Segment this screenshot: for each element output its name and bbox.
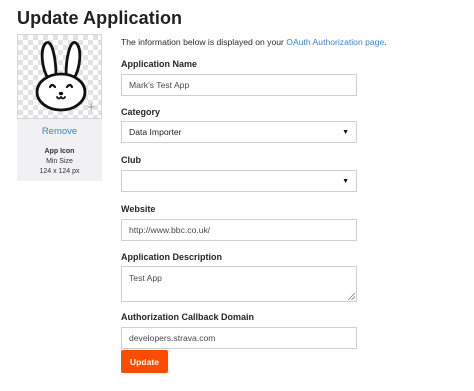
website-input[interactable]: http://www.bbc.co.uk/: [121, 219, 357, 241]
description-value: Test App: [129, 273, 162, 283]
description-textarea[interactable]: Test App: [121, 266, 357, 302]
remove-icon-link[interactable]: Remove: [17, 126, 102, 137]
callback-domain-input[interactable]: developers.strava.com: [121, 327, 357, 349]
intro-text: The information below is displayed on yo…: [121, 37, 387, 47]
callback-domain-label: Authorization Callback Domain: [121, 312, 255, 322]
website-label: Website: [121, 204, 156, 214]
app-icon-panel: + Remove App Icon Min Size 124 x 124 px: [17, 34, 102, 181]
add-icon[interactable]: +: [87, 100, 95, 113]
icon-caption-title: App Icon: [44, 148, 75, 155]
intro-body: The information below is displayed on yo…: [121, 37, 287, 47]
app-icon-preview[interactable]: +: [17, 34, 102, 119]
resize-handle-icon[interactable]: [348, 293, 355, 300]
app-name-label: Application Name: [121, 59, 198, 69]
icon-caption-size: 124 x 124 px: [39, 168, 80, 175]
oauth-page-link[interactable]: OAuth Authorization page: [286, 37, 384, 47]
club-label: Club: [121, 155, 141, 165]
intro-suffix: .: [384, 37, 387, 47]
dropdown-arrow-icon: ▼: [342, 128, 349, 136]
description-label: Application Description: [121, 252, 223, 262]
icon-caption-min: Min Size: [46, 158, 73, 165]
dropdown-arrow-icon: ▼: [342, 177, 349, 185]
app-name-input[interactable]: Mark's Test App: [121, 74, 357, 96]
category-label: Category: [121, 107, 161, 117]
page-title: Update Application: [17, 8, 183, 28]
category-selected-value: Data Importer: [129, 127, 182, 137]
category-select[interactable]: Data Importer ▼: [121, 121, 357, 143]
bunny-icon: [35, 41, 87, 112]
update-button[interactable]: Update: [121, 350, 168, 373]
icon-caption: App Icon Min Size 124 x 124 px: [17, 147, 102, 177]
club-select[interactable]: ▼: [121, 170, 357, 192]
